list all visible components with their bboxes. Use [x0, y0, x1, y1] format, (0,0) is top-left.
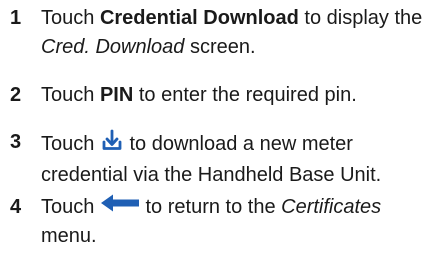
step-text-suffix: to enter the required pin. — [133, 84, 357, 106]
step-number: 1 — [10, 7, 22, 29]
step-number: 2 — [10, 84, 22, 106]
cred-download-screen-name: Cred. Download — [41, 36, 185, 58]
step-text: Touch to return to the Certificates menu… — [41, 193, 441, 251]
step-text-suffix: screen. — [184, 36, 256, 58]
step-text: Touch PIN to enter the required pin. — [41, 81, 441, 110]
credential-download-label: Credential Download — [99, 7, 299, 29]
step-number: 3 — [10, 131, 22, 153]
pin-label: PIN — [99, 84, 134, 106]
step-text: Touch to download a new meter credential… — [41, 128, 441, 190]
back-arrow-icon — [100, 193, 140, 222]
step-text-prefix: Touch — [41, 132, 100, 155]
step-text-prefix: Touch — [41, 196, 100, 218]
step-text-prefix: Touch — [41, 84, 100, 106]
download-icon — [100, 128, 124, 161]
step-text-middle: to return to the — [139, 196, 282, 218]
step-text: Touch Credential Download to display the… — [41, 4, 441, 62]
instruction-list: 1 Touch Credential Download to display t… — [0, 0, 445, 253]
step-number: 4 — [10, 196, 22, 218]
step-text-middle: to display the — [298, 7, 423, 29]
certificates-menu-name: Certificates — [281, 196, 382, 218]
step-text-suffix: menu. — [41, 225, 97, 248]
step-text-prefix: Touch — [41, 7, 100, 29]
